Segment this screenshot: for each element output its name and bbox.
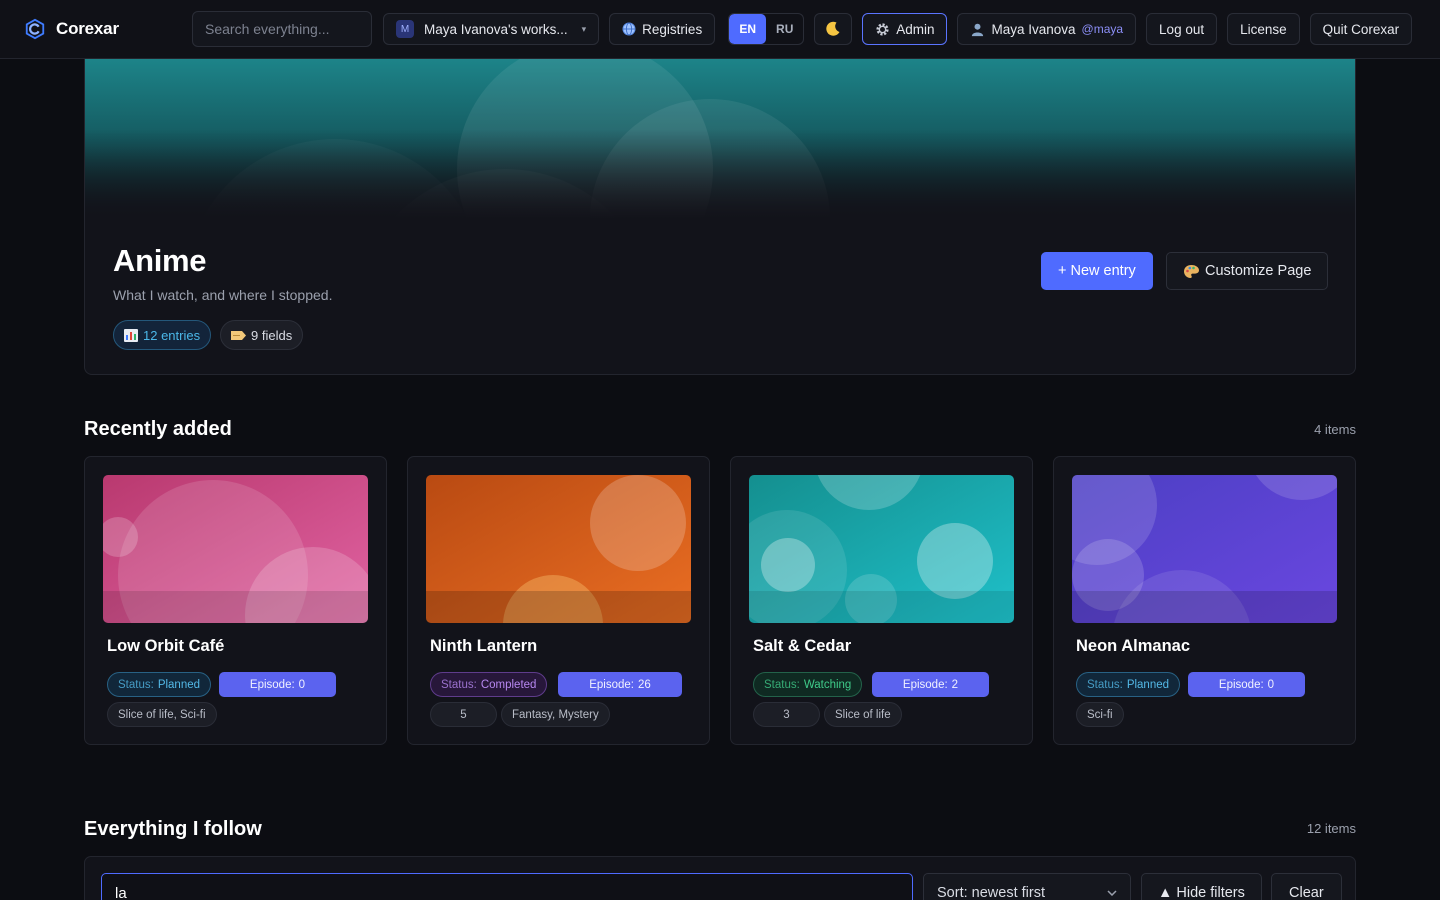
entries-count-badge: 12 entries xyxy=(113,320,212,350)
global-search-input[interactable] xyxy=(192,11,372,47)
chevron-down-icon xyxy=(1107,890,1117,896)
quit-button[interactable]: Quit Corexar xyxy=(1309,13,1413,45)
workspace-switcher[interactable]: M Maya Ivanova's works... ▾ xyxy=(383,13,600,45)
episode-badge: Episode: 0 xyxy=(219,672,336,697)
follow-section-title: Everything I follow xyxy=(84,818,262,840)
status-badge: Status: Watching xyxy=(753,672,863,697)
workspace-label: Maya Ivanova's works... xyxy=(424,21,568,37)
rating-tag: 5 xyxy=(430,702,497,727)
recently-added-count: 4 items xyxy=(1314,422,1356,437)
status-key: Status: xyxy=(118,678,154,691)
license-button[interactable]: License xyxy=(1227,13,1300,45)
corexar-logo-icon xyxy=(25,18,45,40)
genre-tag: Fantasy, Mystery xyxy=(501,702,610,727)
entry-title: Salt & Cedar xyxy=(753,637,852,655)
logout-button[interactable]: Log out xyxy=(1146,13,1218,45)
gear-icon xyxy=(876,22,889,36)
episode-value: 26 xyxy=(637,678,651,691)
status-value: Completed xyxy=(480,678,537,691)
entry-cover-image xyxy=(749,475,1014,623)
user-name: Maya Ivanova xyxy=(991,21,1076,37)
episode-badge: Episode: 0 xyxy=(1188,672,1305,697)
status-key: Status: xyxy=(1087,678,1123,691)
customize-page-label: Customize Page xyxy=(1205,263,1312,279)
page-subtitle: What I watch, and where I stopped. xyxy=(113,287,333,303)
filter-search-input[interactable] xyxy=(101,873,913,900)
genre-tag: Slice of life xyxy=(824,702,902,727)
status-key: Status: xyxy=(441,678,477,691)
entry-card[interactable]: Ninth Lantern Status: Completed Episode:… xyxy=(407,456,710,745)
bar-chart-icon xyxy=(124,328,138,342)
status-key: Status: xyxy=(764,678,800,691)
status-value: Planned xyxy=(1126,678,1170,691)
episode-badge: Episode: 26 xyxy=(558,672,682,697)
new-entry-button[interactable]: + New entry xyxy=(1041,252,1153,290)
moon-icon xyxy=(826,21,840,36)
top-bar: Corexar M Maya Ivanova's works... ▾ Regi… xyxy=(0,0,1440,59)
clear-filters-button[interactable]: Clear xyxy=(1271,873,1342,900)
follow-section-count: 12 items xyxy=(1306,821,1356,836)
app-name: Corexar xyxy=(56,19,119,38)
admin-button[interactable]: Admin xyxy=(862,13,948,45)
registries-button[interactable]: Registries xyxy=(609,13,716,45)
episode-value: 2 xyxy=(951,678,959,691)
page-header: Anime What I watch, and where I stopped.… xyxy=(84,59,1356,375)
entry-title: Low Orbit Café xyxy=(107,637,225,655)
user-icon xyxy=(972,23,984,36)
episode-value: 0 xyxy=(298,678,306,691)
status-value: Planned xyxy=(157,678,201,691)
fields-count-label: 9 fields xyxy=(251,327,293,343)
status-value: Watching xyxy=(803,678,852,691)
language-switcher: EN RU xyxy=(728,13,805,45)
lang-en-button[interactable]: EN xyxy=(729,14,767,44)
episode-key: Episode: xyxy=(249,678,295,691)
entry-cover-image xyxy=(426,475,691,623)
entry-title: Ninth Lantern xyxy=(430,637,538,655)
episode-key: Episode: xyxy=(589,678,634,691)
entry-cover-image xyxy=(103,475,368,623)
header-banner-image xyxy=(85,59,1355,219)
status-badge: Status: Planned xyxy=(107,672,212,697)
genre-tag: Sci-fi xyxy=(1076,702,1124,727)
user-handle: @maya xyxy=(1081,22,1124,36)
entries-count-label: 12 entries xyxy=(143,327,201,343)
sort-label: Sort: newest first xyxy=(937,885,1045,900)
status-badge: Status: Planned xyxy=(1076,672,1181,697)
sort-select[interactable]: Sort: newest first xyxy=(923,873,1131,900)
entry-cover-image xyxy=(1072,475,1337,623)
fields-count-badge: 9 fields xyxy=(220,320,304,350)
label-tag-icon xyxy=(231,330,246,340)
workspace-avatar: M xyxy=(396,20,414,38)
episode-value: 0 xyxy=(1267,678,1275,691)
entry-title: Neon Almanac xyxy=(1076,637,1191,655)
genre-tag: Slice of life, Sci-fi xyxy=(107,702,217,727)
episode-key: Episode: xyxy=(1218,678,1264,691)
theme-toggle-button[interactable] xyxy=(814,13,853,45)
entry-card[interactable]: Low Orbit Café Status: Planned Episode: … xyxy=(84,456,387,745)
entry-card[interactable]: Neon Almanac Status: Planned Episode: 0 … xyxy=(1053,456,1356,745)
recently-added-title: Recently added xyxy=(84,418,232,440)
chevron-down-icon: ▾ xyxy=(581,23,587,34)
episode-key: Episode: xyxy=(902,678,948,691)
user-menu[interactable]: Maya Ivanova @maya xyxy=(957,13,1137,45)
globe-icon xyxy=(622,22,636,36)
episode-badge: Episode: 2 xyxy=(872,672,989,697)
status-badge: Status: Completed xyxy=(430,672,548,697)
rating-tag: 3 xyxy=(753,702,820,727)
registries-label: Registries xyxy=(642,21,703,37)
brand[interactable]: Corexar xyxy=(24,18,192,40)
hide-filters-button[interactable]: ▲ Hide filters xyxy=(1141,873,1262,900)
lang-ru-button[interactable]: RU xyxy=(766,14,803,44)
page-title: Anime xyxy=(113,243,207,278)
customize-page-button[interactable]: Customize Page xyxy=(1166,252,1329,290)
admin-label: Admin xyxy=(896,21,935,37)
filter-panel: Sort: newest first ▲ Hide filters Clear xyxy=(84,856,1356,900)
palette-icon xyxy=(1184,264,1199,278)
entry-card[interactable]: Salt & Cedar Status: Watching Episode: 2… xyxy=(730,456,1033,745)
